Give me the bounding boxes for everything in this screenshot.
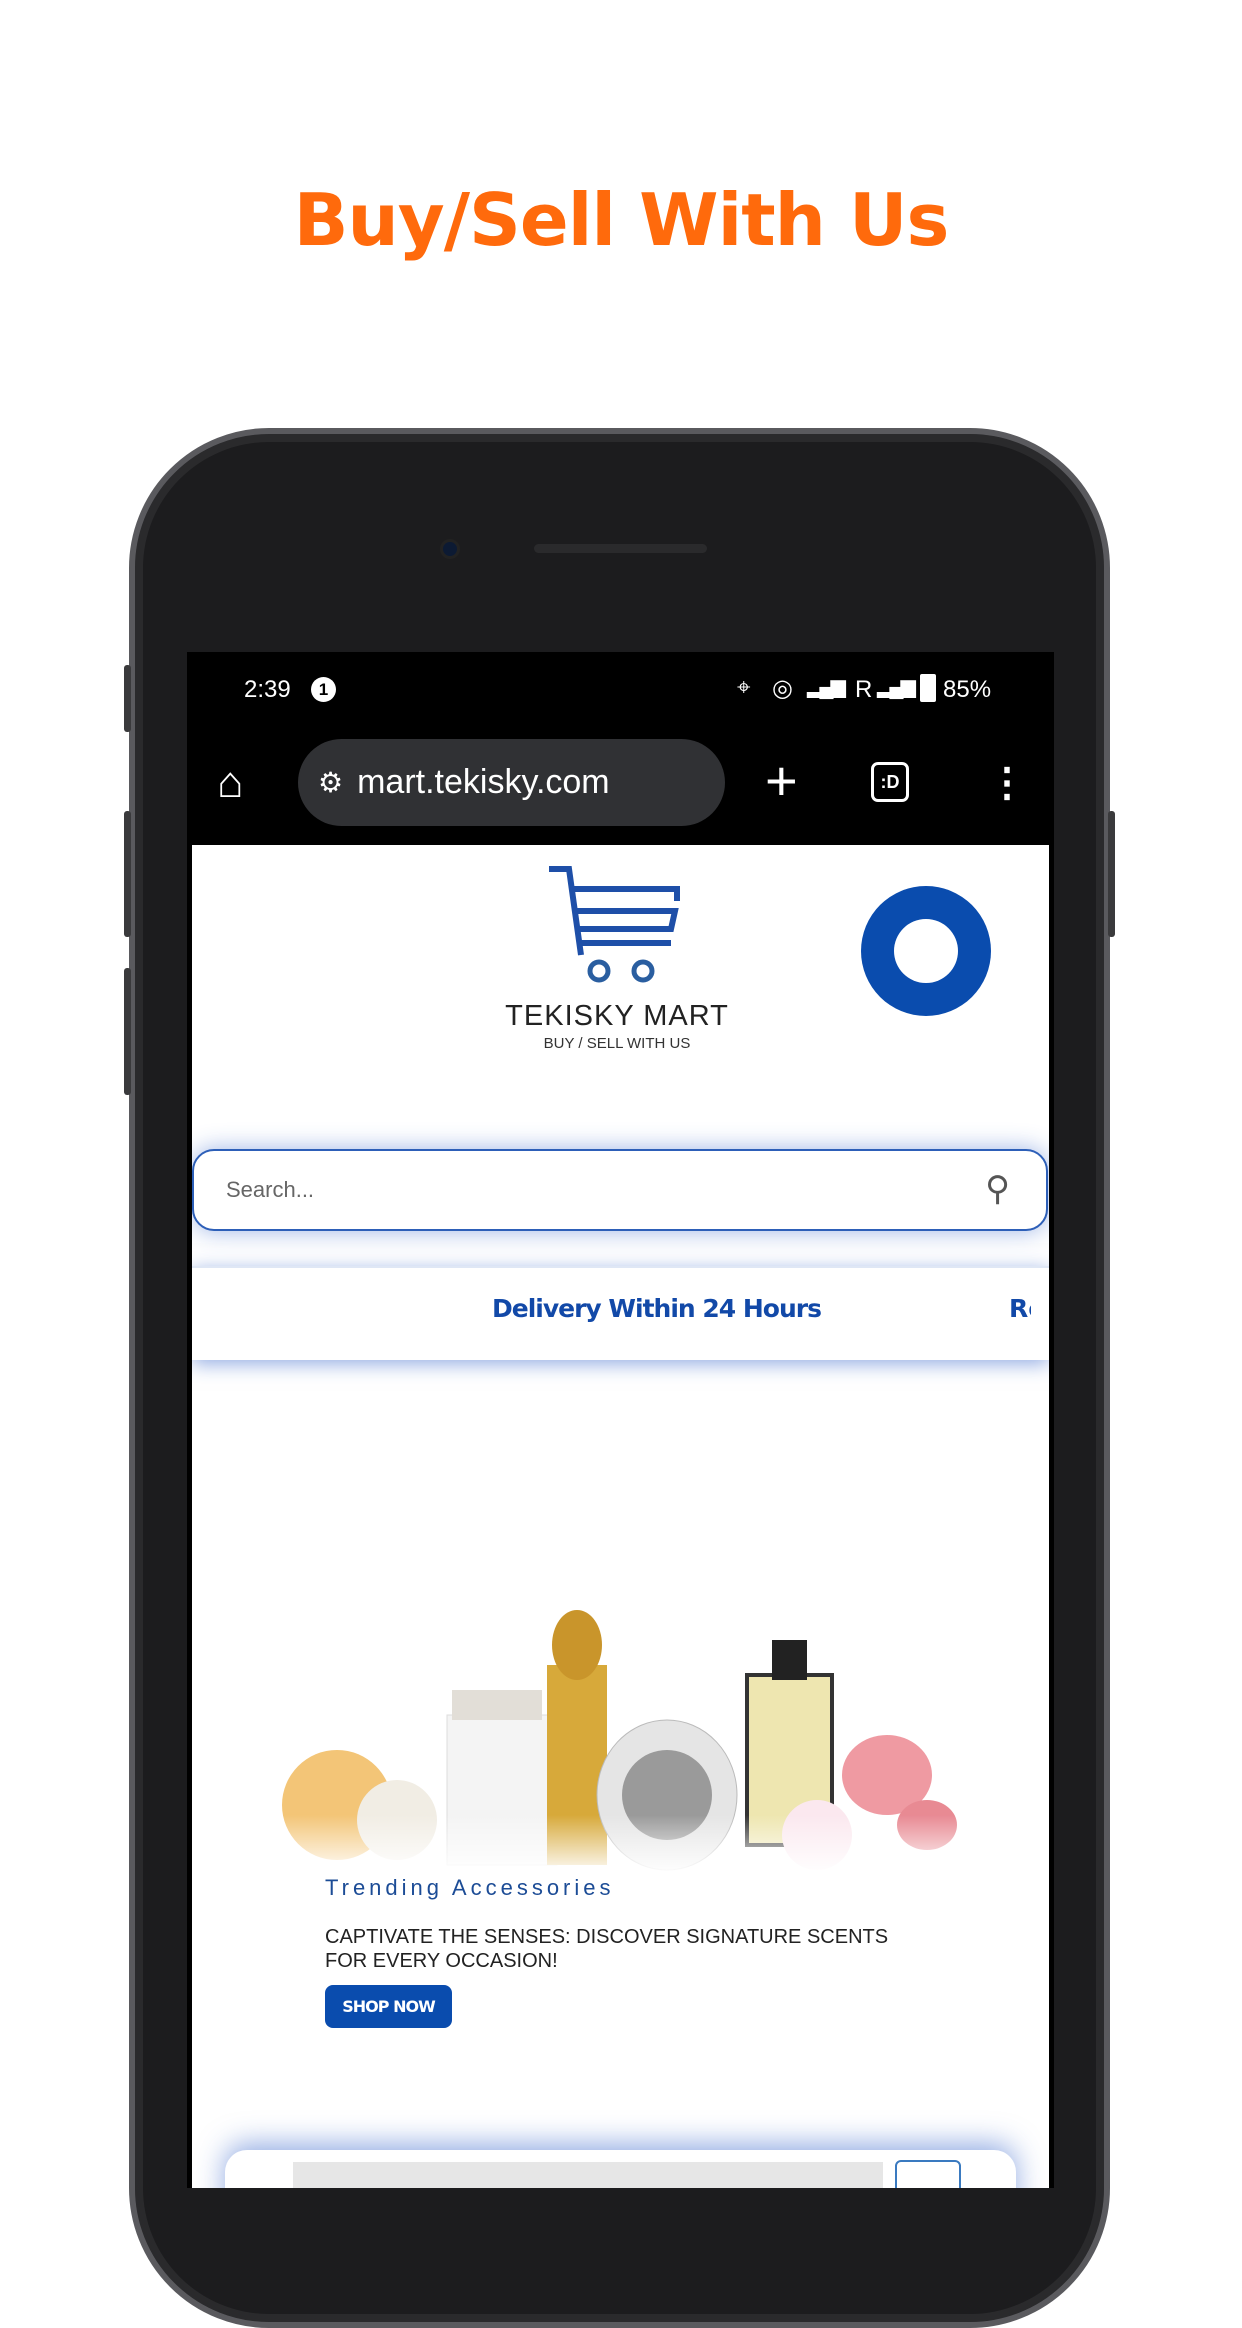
card-image-placeholder: [293, 2162, 883, 2188]
more-menu-icon[interactable]: ⋮: [987, 755, 1027, 811]
volume-down-button: [124, 968, 131, 1095]
volume-up-button: [124, 811, 131, 937]
marquee-item: Re: [1009, 1294, 1031, 1323]
battery-icon: [920, 674, 936, 702]
signal-icon: ▂▄▆: [807, 676, 846, 698]
tab-switcher-icon[interactable]: :D: [871, 762, 909, 802]
hero-kicker: Trending Accessories: [325, 1875, 615, 1900]
hero-headline-line: FOR EVERY OCCASION!: [325, 1950, 558, 1972]
signal-icon-2: ▂▄▆: [877, 676, 916, 698]
new-tab-icon[interactable]: +: [765, 749, 798, 813]
url-text: mart.tekisky.com: [357, 763, 610, 801]
speaker-grille: [534, 544, 707, 553]
search-input[interactable]: Search... ⚲: [192, 1149, 1048, 1231]
wifi-icon: ⌖: [737, 674, 751, 701]
search-icon[interactable]: ⚲: [985, 1169, 1010, 1209]
perfume-hero-image: [267, 1610, 970, 1875]
chat-button[interactable]: [861, 886, 991, 1016]
marquee-item: Delivery Within 24 Hours: [492, 1294, 822, 1323]
site-settings-icon[interactable]: ⚙: [318, 766, 343, 799]
webpage: TEKISKY MART BUY / SELL WITH US Search..…: [192, 845, 1049, 2188]
announcement-marquee: Delivery Within 24 Hours Re: [192, 1266, 1049, 1360]
brand-tagline: BUY / SELL WITH US: [543, 1035, 691, 1052]
notification-badge: 1: [311, 677, 336, 702]
battery-percent: 85%: [943, 676, 992, 703]
status-bar: 2:39 1 ⌖ ◎ ▂▄▆ R ▂▄▆ 85%: [187, 652, 1054, 727]
roaming-indicator: R: [855, 676, 873, 703]
next-section-card: [225, 2150, 1016, 2188]
silent-switch: [124, 665, 131, 732]
address-bar[interactable]: ⚙ mart.tekisky.com: [298, 739, 725, 826]
chat-bubble-icon: [894, 919, 958, 983]
front-camera: [440, 539, 460, 559]
phone-screen: 2:39 1 ⌖ ◎ ▂▄▆ R ▂▄▆ 85% ⌂ ⚙ mart.tekisk…: [187, 652, 1054, 2188]
promo-headline: Buy/Sell With Us: [293, 178, 950, 262]
home-icon[interactable]: ⌂: [217, 755, 244, 811]
brand-name: TEKISKY MART: [505, 1000, 729, 1032]
hero-headline: CAPTIVATE THE SENSES: DISCOVER SIGNATURE…: [325, 1925, 888, 1973]
hotspot-icon: ◎: [772, 675, 793, 702]
shop-now-button[interactable]: SHOP NOW: [325, 1985, 452, 2028]
card-logo-icon: [895, 2160, 961, 2188]
clock: 2:39: [244, 676, 291, 703]
hero-headline-line: CAPTIVATE THE SENSES: DISCOVER SIGNATURE…: [325, 1926, 889, 1948]
cart-logo-icon: [549, 866, 680, 983]
browser-toolbar: ⌂ ⚙ mart.tekisky.com + :D ⋮: [187, 727, 1054, 845]
search-placeholder: Search...: [226, 1177, 315, 1202]
power-button: [1108, 811, 1115, 937]
